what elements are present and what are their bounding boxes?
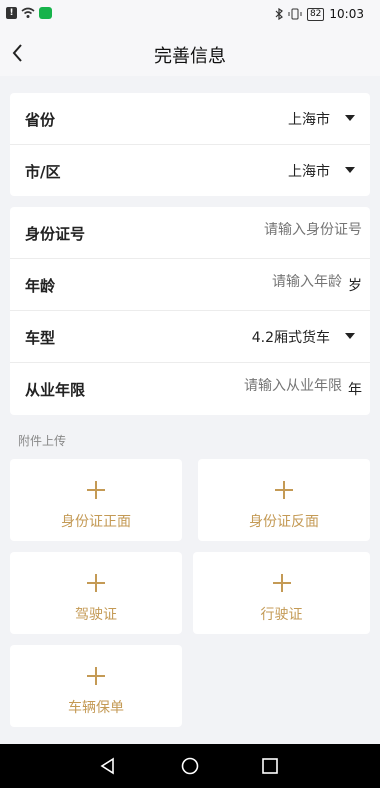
upload-label: 身份证反面 — [249, 514, 319, 530]
age-unit: 岁 — [348, 278, 362, 294]
vehicle-value: 4.2厢式货车 — [251, 330, 330, 346]
upload-id-back[interactable]: 身份证反面 — [198, 459, 370, 541]
caret-down-icon — [345, 167, 355, 173]
upload-vehicle-license[interactable]: 行驶证 — [193, 552, 370, 634]
caret-down-icon — [345, 333, 355, 339]
upload-driver-license[interactable]: 驾驶证 — [10, 552, 182, 634]
status-right: 82 10:03 — [275, 7, 364, 21]
vibrate-icon — [288, 8, 302, 20]
plus-icon — [272, 574, 291, 592]
wechat-icon — [39, 7, 52, 19]
status-left: ! — [6, 7, 52, 19]
top-navbar: 完善信息 — [0, 30, 380, 76]
upload-vehicle-insurance[interactable]: 车辆保单 — [10, 645, 182, 727]
caret-down-icon — [345, 115, 355, 121]
back-triangle-icon[interactable] — [98, 756, 118, 776]
upload-label: 行驶证 — [260, 607, 303, 623]
age-label: 年龄 — [25, 277, 56, 295]
experience-unit: 年 — [348, 382, 362, 398]
upload-id-front[interactable]: 身份证正面 — [10, 459, 182, 541]
id-number-input[interactable] — [172, 222, 362, 238]
id-number-row: 身份证号 — [10, 207, 370, 259]
bluetooth-icon — [275, 8, 283, 20]
province-row[interactable]: 省份 上海市 — [10, 93, 370, 145]
city-label: 市/区 — [25, 163, 61, 181]
experience-label: 从业年限 — [25, 381, 86, 399]
system-nav-bar — [0, 744, 380, 788]
province-value: 上海市 — [288, 112, 330, 128]
province-label: 省份 — [25, 111, 56, 129]
info-card: 身份证号 年龄 岁 车型 4.2厢式货车 从业年限 年 — [10, 207, 370, 415]
plus-icon — [87, 481, 105, 499]
page-title: 完善信息 — [154, 46, 226, 67]
plus-icon — [275, 481, 293, 499]
battery-icon: 82 — [306, 7, 325, 21]
id-number-label: 身份证号 — [25, 225, 86, 243]
plus-icon — [87, 574, 105, 592]
location-card: 省份 上海市 市/区 上海市 — [10, 93, 370, 196]
upload-label: 车辆保单 — [68, 700, 124, 716]
notification-icon: ! — [6, 7, 17, 19]
experience-row: 从业年限 年 — [10, 363, 370, 415]
age-row: 年龄 岁 — [10, 259, 370, 311]
wifi-icon — [21, 7, 35, 18]
attachments-title: 附件上传 — [18, 434, 67, 448]
recents-square-icon[interactable] — [260, 756, 280, 776]
vehicle-row[interactable]: 车型 4.2厢式货车 — [10, 311, 370, 363]
plus-icon — [87, 667, 105, 685]
experience-input[interactable] — [152, 378, 342, 394]
status-time: 10:03 — [329, 7, 364, 21]
age-input[interactable] — [182, 274, 342, 290]
vehicle-label: 车型 — [25, 329, 56, 347]
city-value: 上海市 — [288, 164, 330, 180]
upload-label: 驾驶证 — [75, 607, 117, 623]
city-row[interactable]: 市/区 上海市 — [10, 145, 370, 197]
status-bar: ! 82 10:03 — [0, 0, 380, 30]
upload-label: 身份证正面 — [61, 514, 131, 530]
home-circle-icon[interactable] — [180, 756, 200, 776]
